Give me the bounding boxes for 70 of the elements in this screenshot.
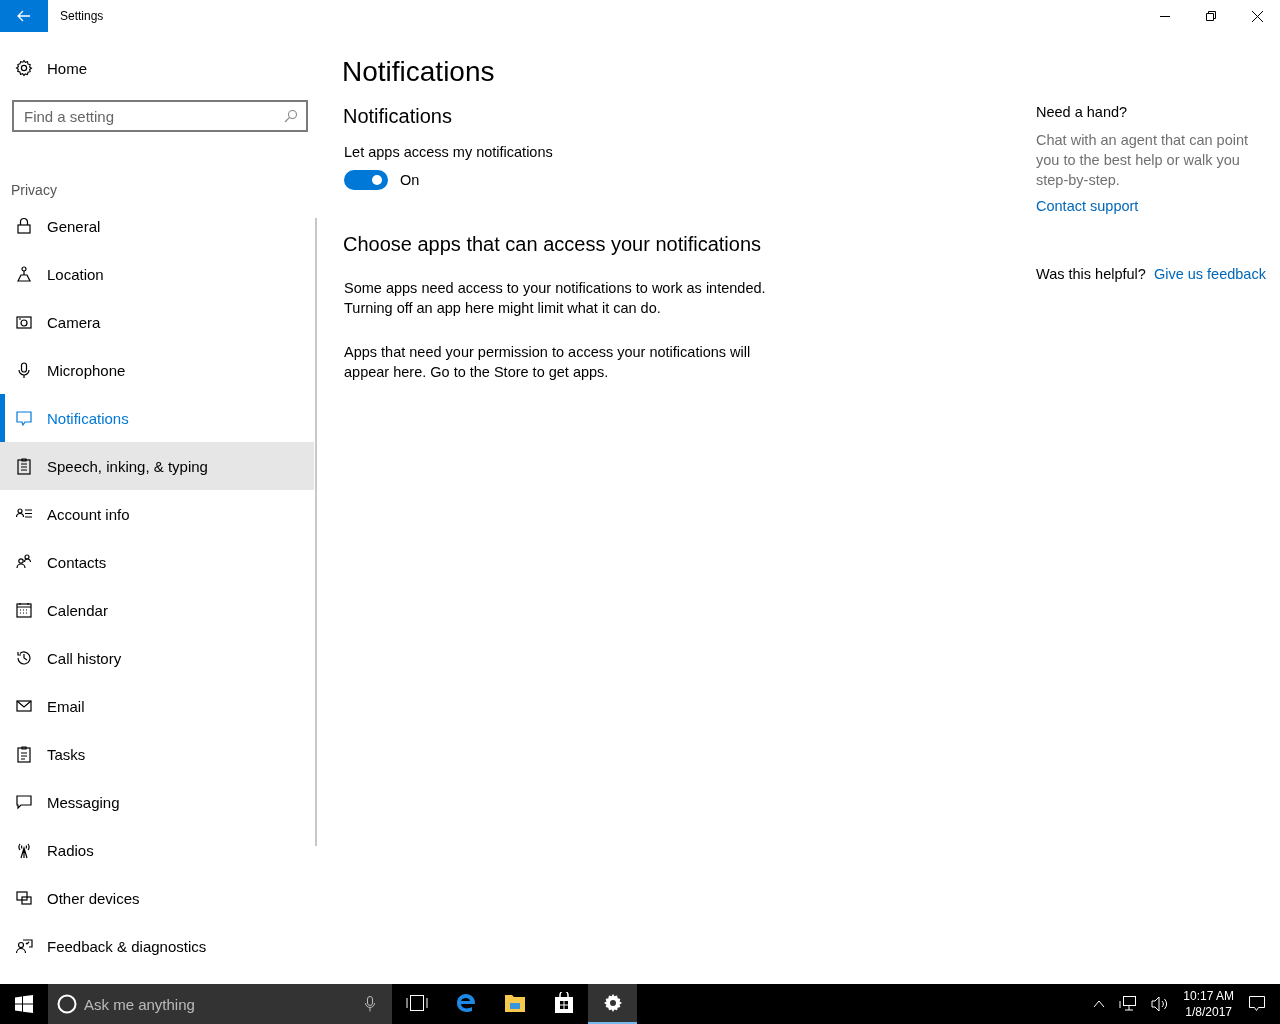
search-icon (284, 109, 298, 123)
chevron-up-icon[interactable] (1093, 1000, 1106, 1008)
nav-item[interactable]: General (0, 202, 314, 250)
section-heading: Notifications (343, 104, 453, 129)
nav-item[interactable]: Notifications (0, 394, 314, 442)
nav-item-icon (15, 745, 33, 763)
network-icon[interactable] (1119, 996, 1138, 1012)
microphone-icon (365, 996, 375, 1012)
nav-item-icon (15, 889, 33, 907)
speech-bubble-icon[interactable] (1248, 995, 1266, 1013)
nav-item[interactable]: Messaging (0, 778, 314, 826)
circle-icon (57, 994, 77, 1014)
nav-item-icon (15, 649, 33, 667)
description-text: Some apps need access to your notifications to work as intended. Turning off an app here might limit what it can do. (344, 279, 767, 318)
restore-icon (1206, 11, 1216, 21)
nav-item-icon (15, 937, 33, 955)
section-heading: Choose apps that can access your notifications (343, 232, 763, 257)
shopping-bag-icon (553, 992, 574, 1014)
task-view-icon (405, 995, 428, 1011)
search-field[interactable]: Find a setting (12, 100, 308, 132)
nav-item[interactable]: Email (0, 682, 314, 730)
help-text: Chat with an agent that can point you to the best help or walk you step-by-step. (1036, 131, 1249, 190)
help-heading: Need a hand? (1036, 103, 1129, 122)
close-icon (1251, 10, 1263, 22)
toggle-switch[interactable] (344, 170, 388, 190)
helpful-question: Was this helpful? (1036, 265, 1146, 284)
back-button[interactable] (0, 0, 48, 32)
gear-icon (15, 59, 33, 77)
gear-icon (602, 993, 623, 1013)
browser-e-icon (454, 992, 477, 1014)
nav-item[interactable]: Other devices (0, 874, 314, 922)
nav-item[interactable]: Microphone (0, 346, 314, 394)
nav-item-icon (15, 841, 33, 859)
nav-item[interactable]: Calendar (0, 586, 314, 634)
home-nav-item[interactable]: Home (0, 44, 320, 92)
nav-item[interactable]: Radios (0, 826, 314, 874)
nav-item-icon (15, 217, 33, 235)
section-heading: Privacy (11, 181, 58, 200)
window-title: Settings (60, 9, 104, 23)
taskbar-search-field[interactable]: Ask me anything (48, 984, 392, 1024)
windows-logo-icon (15, 995, 33, 1013)
nav-item[interactable]: Contacts (0, 538, 314, 586)
nav-item[interactable]: Feedback & diagnostics (0, 922, 314, 970)
scroll-bar[interactable] (315, 218, 317, 846)
nav-item-icon (15, 409, 33, 427)
nav-item[interactable]: Camera (0, 298, 314, 346)
nav-item[interactable]: Account info (0, 490, 314, 538)
nav-item[interactable]: Call history (0, 634, 314, 682)
feedback-link[interactable]: Give us feedback (1153, 264, 1266, 284)
nav-item-icon (15, 361, 33, 379)
contact-support-link[interactable]: Contact support (1036, 196, 1139, 216)
nav-item-icon (15, 601, 33, 619)
toggle-state: On (400, 172, 420, 188)
page-title: Notifications (342, 55, 496, 89)
nav-item-icon (15, 265, 33, 283)
folder-icon (503, 993, 526, 1013)
nav-item[interactable]: Tasks (0, 730, 314, 778)
speaker-icon[interactable] (1151, 996, 1170, 1012)
description-text: Apps that need your permission to access your notifications will appear here. Go to the Store to get apps. (344, 343, 752, 382)
nav-item[interactable]: Speech, inking, & typing (0, 442, 314, 490)
nav-item-icon (15, 313, 33, 331)
nav-item-icon (15, 697, 33, 715)
nav-item-icon (15, 457, 33, 475)
nav-item-icon (15, 793, 33, 811)
toggle-label: Let apps access my notifications (344, 144, 554, 160)
nav-item[interactable]: Location (0, 250, 314, 298)
back-arrow-icon (17, 10, 31, 22)
taskbar-app[interactable] (588, 984, 637, 1024)
nav-item-icon (15, 553, 33, 571)
clock[interactable]: 10:17 AM 1/8/2017 (1183, 988, 1234, 1020)
